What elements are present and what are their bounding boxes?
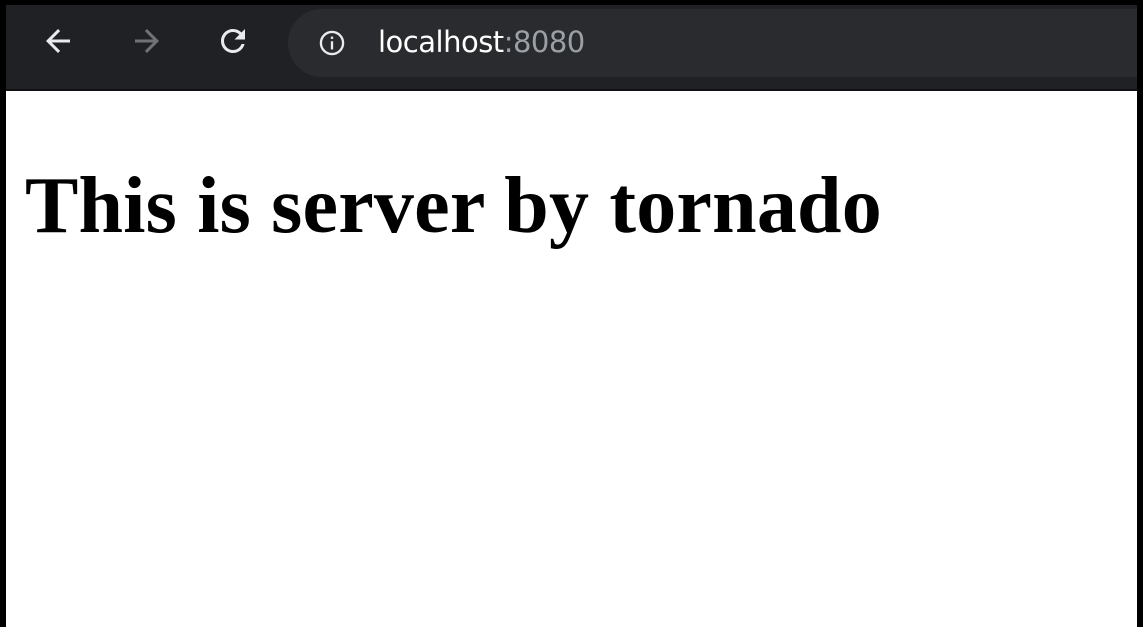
url-port: :8080 (503, 25, 586, 59)
arrow-left-icon (46, 29, 70, 53)
browser-window: localhost:8080 This is server by tornado (0, 0, 1143, 627)
page-content: This is server by tornado (6, 91, 1137, 627)
address-bar[interactable]: localhost:8080 (288, 9, 1137, 77)
reload-icon (221, 28, 245, 53)
reload-button[interactable] (211, 19, 255, 63)
page-heading: This is server by tornado (25, 162, 882, 250)
back-button[interactable] (36, 19, 80, 63)
forward-button[interactable] (125, 19, 169, 63)
info-icon[interactable] (318, 29, 346, 57)
arrow-right-icon (135, 29, 159, 53)
url-text[interactable]: localhost:8080 (378, 24, 585, 60)
url-host: localhost (378, 25, 504, 59)
browser-toolbar: localhost:8080 (6, 5, 1137, 91)
